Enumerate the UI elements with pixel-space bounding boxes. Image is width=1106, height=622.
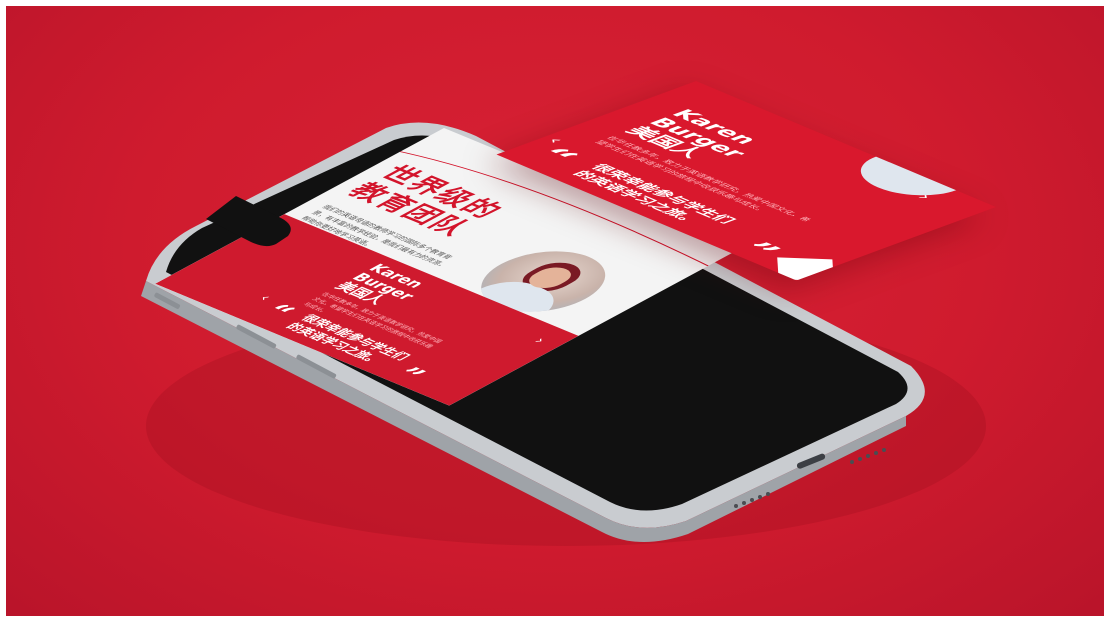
- product-mockup-scene: 世界级的 教育团队 我们的英语母语的教师学习的国际多个教育背景，有丰富的教学经验…: [6, 6, 1104, 616]
- notch-overlay: [206, 196, 291, 247]
- open-quote-icon: “: [521, 143, 589, 170]
